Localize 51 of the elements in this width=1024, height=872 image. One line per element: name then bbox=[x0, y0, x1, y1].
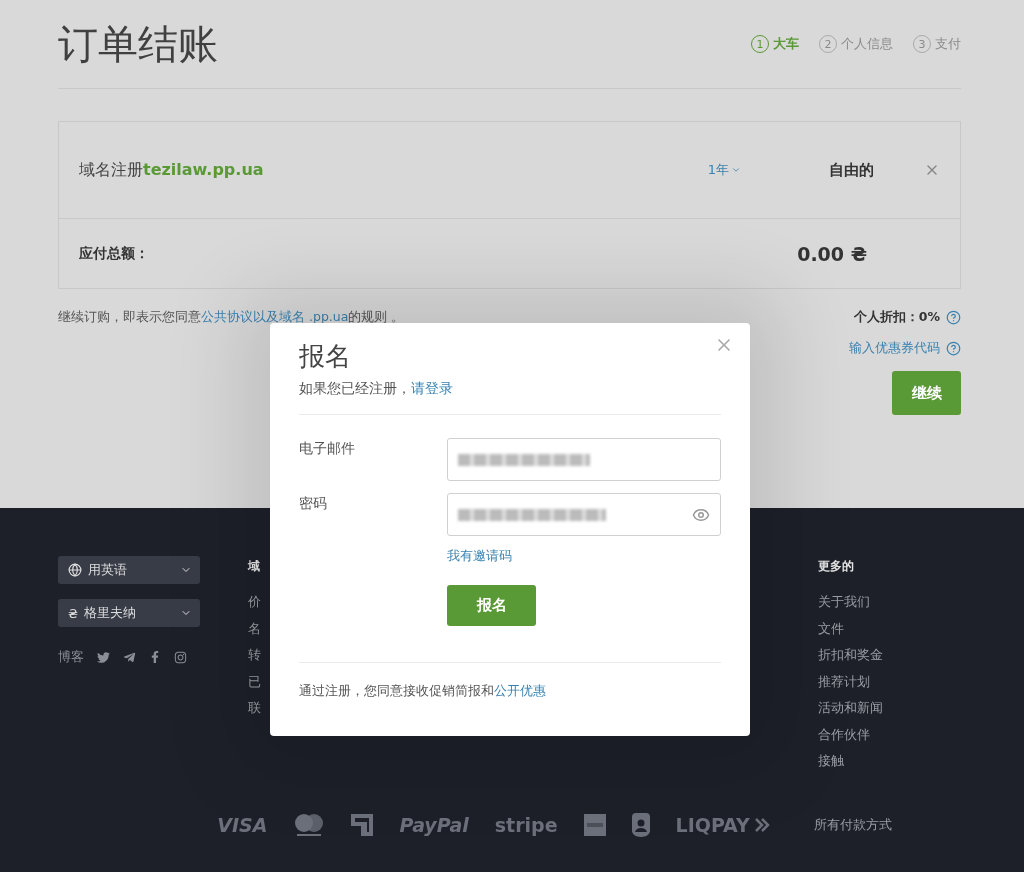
login-prompt: 如果您已经注册，请登录 bbox=[299, 380, 721, 415]
footer-link[interactable]: 关于我们 bbox=[818, 589, 958, 616]
field-label: 密码 bbox=[299, 494, 328, 513]
card-icon bbox=[583, 813, 606, 836]
footer-heading: 更多的 bbox=[818, 558, 855, 575]
cart-item-name: 域名注册tezilaw.pp.ua bbox=[79, 159, 265, 181]
payment-logo: VISA bbox=[217, 813, 268, 836]
all-payments-link[interactable]: 所有付款方式 bbox=[813, 815, 892, 834]
footer-link[interactable]: 合作伙伴 bbox=[818, 721, 958, 748]
invite-code-link[interactable]: 我有邀请码 bbox=[447, 548, 512, 565]
total-label: 应付总额： bbox=[79, 244, 150, 263]
footer-link[interactable]: 折扣和奖金 bbox=[818, 642, 958, 669]
signup-button[interactable]: 报名 bbox=[447, 585, 536, 626]
consent-text: 通过注册，您同意接收促销简报和公开优惠 bbox=[299, 662, 721, 700]
public-offer-link[interactable]: 公开优惠 bbox=[494, 683, 546, 698]
discount-text: 个人折扣：0% bbox=[853, 309, 940, 326]
footer-link[interactable]: 活动和新闻 bbox=[818, 695, 958, 722]
field-label: 电子邮件 bbox=[299, 439, 356, 458]
language-select[interactable]: 用英语 bbox=[58, 556, 200, 584]
twitter-icon[interactable] bbox=[97, 650, 110, 664]
globe-icon bbox=[68, 563, 82, 577]
period-dropdown[interactable]: 1年 bbox=[707, 161, 741, 179]
footer-heading: 域 bbox=[248, 558, 261, 575]
promo-code-link[interactable]: 输入优惠券代码 bbox=[849, 340, 940, 357]
double-chevron-icon bbox=[753, 816, 770, 833]
chevron-down-icon bbox=[731, 165, 741, 175]
mastercard-icon bbox=[293, 812, 326, 837]
continue-button[interactable]: 继续 bbox=[892, 371, 961, 415]
footer-link[interactable]: 文件 bbox=[818, 615, 958, 642]
page-title: 订单结账 bbox=[58, 19, 218, 69]
footer-link[interactable]: 推荐计划 bbox=[818, 668, 958, 695]
square-logo-icon bbox=[351, 813, 374, 836]
terms-link[interactable]: 公共协议以及域名 .pp.ua bbox=[201, 309, 349, 324]
payment-logo: stripe bbox=[494, 813, 558, 836]
currency-select[interactable]: ₴ 格里夫纳 bbox=[58, 599, 200, 627]
payment-logo: LIQPAY bbox=[675, 813, 750, 836]
blog-link[interactable]: 博客 bbox=[58, 648, 84, 666]
item-price: 自由的 bbox=[829, 160, 874, 180]
login-link[interactable]: 请登录 bbox=[411, 380, 453, 396]
email-field[interactable] bbox=[447, 438, 721, 481]
footer-link[interactable]: 接触 bbox=[818, 748, 958, 775]
password-field[interactable] bbox=[447, 493, 721, 536]
facebook-icon[interactable] bbox=[149, 651, 161, 663]
telegram-icon[interactable] bbox=[123, 650, 136, 664]
dialog-title: 报名 bbox=[299, 340, 352, 373]
instagram-icon[interactable] bbox=[174, 650, 187, 664]
help-icon[interactable] bbox=[946, 341, 961, 356]
help-icon[interactable] bbox=[946, 310, 961, 325]
person-badge-icon bbox=[631, 812, 650, 837]
total-amount: 0.00 ₴ bbox=[797, 242, 867, 265]
payment-logo: PayPal bbox=[399, 813, 469, 836]
